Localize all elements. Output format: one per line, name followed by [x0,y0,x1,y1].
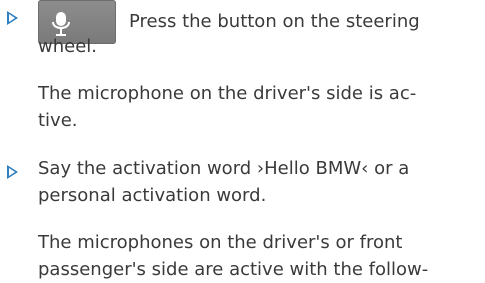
instruction-step-1: Press the button on the steering wheel. … [0,0,485,131]
step-1-note-line-1: The microphone on the driver's side is a… [38,83,417,104]
step-1-note-line-2: tive. [38,110,78,131]
step-1-text: Press the button on the steering [129,11,420,32]
triangle-bullet-icon [7,165,18,179]
triangle-bullet-icon [7,11,18,25]
step-2-note-line-1: The microphones on the driver's or front [38,232,403,253]
step-1-continuation: wheel. [38,36,98,57]
instruction-step-2: Say the activation word ›Hello BMW‹ or a… [0,155,485,281]
step-2-line-2: personal activation word. [38,185,267,206]
step-2-line-1: Say the activation word ›Hello BMW‹ or a [38,158,410,179]
step-2-note-line-2: passenger's side are active with the fol… [38,259,429,280]
